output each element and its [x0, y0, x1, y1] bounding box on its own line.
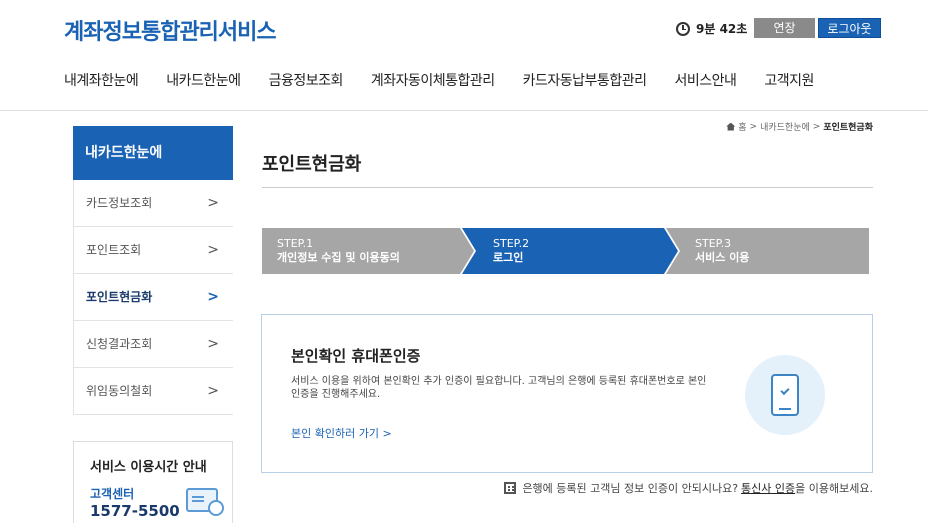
- step-label: 서비스 이용: [695, 251, 750, 264]
- telecom-auth-notice: 은행에 등록된 고객님 정보 인증이 안되시나요? 통신사 인증 을 이용해보세…: [504, 480, 873, 496]
- site-logo[interactable]: 계좌정보통합관리서비스: [64, 14, 277, 46]
- sidebar-item-label: 포인트조회: [86, 243, 142, 257]
- extend-session-button[interactable]: 연장: [754, 18, 815, 38]
- sidebar-item-label: 포인트현금화: [86, 290, 153, 304]
- step-label: 로그인: [493, 251, 524, 264]
- title-divider: [262, 187, 873, 188]
- building-icon: [504, 482, 517, 494]
- phone-auth-illustration: [745, 355, 825, 435]
- sidebar-item-label: 카드정보조회: [86, 196, 153, 210]
- breadcrumb-current: 포인트현금화: [823, 123, 873, 133]
- chevron-right-icon: >: [207, 383, 219, 399]
- sidebar-title: 내카드한눈에: [73, 126, 233, 180]
- breadcrumb-home[interactable]: 홈: [738, 120, 746, 133]
- verify-identity-link[interactable]: 본인 확인하러 가기 >: [291, 425, 392, 441]
- header-divider: [0, 110, 928, 111]
- step-number: STEP.1: [277, 237, 314, 250]
- auth-title: 본인확인 휴대폰인증: [291, 347, 421, 365]
- breadcrumb-separator: >: [812, 121, 821, 132]
- sidebar-item-point-inquiry[interactable]: 포인트조회 >: [73, 227, 233, 274]
- sidebar-item-label: 신청결과조회: [86, 337, 153, 351]
- step-1: STEP.1 개인정보 수집 및 이용동의: [262, 228, 474, 274]
- page-title: 포인트현금화: [262, 154, 362, 175]
- sidebar-menu: 카드정보조회 > 포인트조회 > 포인트현금화 > 신청결과조회 > 위임동의철…: [73, 180, 233, 415]
- sidebar-item-request-result[interactable]: 신청결과조회 >: [73, 321, 233, 368]
- chevron-right-icon: >: [207, 195, 219, 211]
- step-indicator: STEP.1 개인정보 수집 및 이용동의 STEP.3 서비스 이용 STEP…: [262, 228, 869, 274]
- notice-prefix: 은행에 등록된 고객님 정보 인증이 안되시나요?: [522, 482, 739, 495]
- gnb-item-financial-info[interactable]: 금융정보조회: [269, 70, 344, 90]
- service-hours-icon: [186, 488, 224, 516]
- phone-check-icon: [771, 374, 799, 416]
- auth-description: 서비스 이용을 위하여 본인확인 추가 인증이 필요합니다. 고객님의 은행에 …: [291, 376, 707, 400]
- chevron-right-icon: >: [207, 289, 219, 305]
- phone-auth-card: 본인확인 휴대폰인증 서비스 이용을 위하여 본인확인 추가 인증이 필요합니다…: [261, 314, 873, 473]
- clock-icon: [676, 21, 690, 36]
- step-label: 개인정보 수집 및 이용동의: [277, 251, 400, 264]
- step-number: STEP.3: [695, 237, 732, 250]
- gnb-item-my-cards[interactable]: 내카드한눈에: [166, 70, 241, 90]
- chevron-right-icon: >: [207, 242, 219, 258]
- step-2-active: STEP.2 로그인: [462, 228, 678, 274]
- gnb-item-service-guide[interactable]: 서비스안내: [674, 70, 736, 90]
- breadcrumb-parent[interactable]: 내카드한눈에: [760, 120, 810, 133]
- step-number: STEP.2: [493, 237, 530, 250]
- sidebar-item-point-cashout[interactable]: 포인트현금화 >: [73, 274, 233, 321]
- session-timer-text: 9분 42초: [696, 22, 748, 36]
- gnb-item-auto-transfer[interactable]: 계좌자동이체통합관리: [371, 70, 495, 90]
- step-3: STEP.3 서비스 이용: [666, 228, 869, 274]
- sidebar-item-consent-withdraw[interactable]: 위임동의철회 >: [73, 368, 233, 415]
- service-hours-title: 서비스 이용시간 안내: [90, 460, 207, 475]
- gnb-item-card-auto-pay[interactable]: 카드자동납부통합관리: [523, 70, 647, 90]
- gnb-item-support[interactable]: 고객지원: [764, 70, 814, 90]
- session-timer: 9분 42초: [676, 20, 747, 37]
- sidebar-item-label: 위임동의철회: [86, 384, 153, 398]
- chevron-right-icon: >: [207, 336, 219, 352]
- telecom-auth-link[interactable]: 통신사 인증: [741, 480, 795, 496]
- notice-suffix: 을 이용해보세요.: [795, 482, 873, 495]
- service-hours-box: 서비스 이용시간 안내 고객센터 1577-5500: [73, 441, 233, 523]
- home-icon: [726, 122, 736, 131]
- gnb-item-my-accounts[interactable]: 내계좌한눈에: [64, 70, 139, 90]
- global-nav: 내계좌한눈에 내카드한눈에 금융정보조회 계좌자동이체통합관리 카드자동납부통합…: [64, 70, 842, 90]
- logout-button[interactable]: 로그아웃: [818, 18, 881, 38]
- breadcrumb-separator: >: [749, 121, 758, 132]
- breadcrumb: 홈 > 내카드한눈에 > 포인트현금화: [726, 120, 873, 133]
- sidebar-item-card-info[interactable]: 카드정보조회 >: [73, 180, 233, 227]
